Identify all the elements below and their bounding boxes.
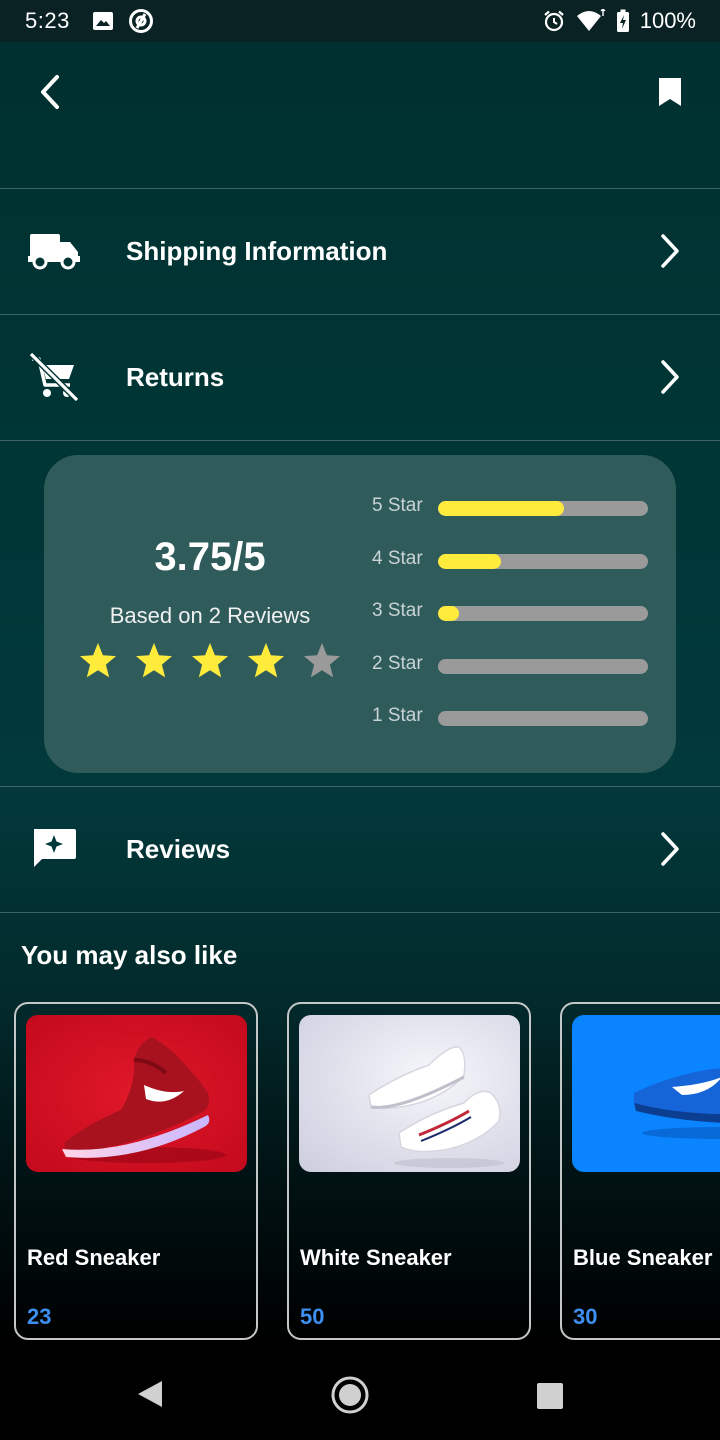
product-card-white-sneaker[interactable]: White Sneaker 50 xyxy=(287,1002,531,1340)
reviews-row[interactable]: Reviews xyxy=(0,787,720,911)
star-filled-icon xyxy=(80,643,116,678)
rating-bar-row: 5 Star xyxy=(372,495,652,548)
rating-bar-track xyxy=(438,606,648,621)
rating-bar-track xyxy=(438,658,648,674)
star-empty-icon xyxy=(304,643,340,678)
rating-bar-label: 2 Star xyxy=(372,652,423,674)
recommendations-title: You may also like xyxy=(21,940,238,970)
product-name: Red Sneaker xyxy=(27,1245,161,1270)
top-app-bar xyxy=(0,42,720,142)
wifi-icon xyxy=(576,9,606,31)
product-details-screen: 5:23 100% Shipping Information Returns 3… xyxy=(0,0,720,1440)
rating-bar-label: 1 Star xyxy=(372,705,423,726)
system-navigation-bar xyxy=(0,1350,720,1440)
rating-bar-label: 4 Star xyxy=(372,547,423,569)
rating-summary-card: 3.75/5 Based on 2 Reviews 5 Star 4 Star 3 … xyxy=(44,455,676,773)
shipping-information-label: Shipping Information xyxy=(126,235,388,266)
status-bar: 5:23 100% xyxy=(0,0,720,42)
white-sneaker-image xyxy=(299,1015,520,1172)
rating-bar-fill xyxy=(438,553,501,569)
rating-bar-fill xyxy=(438,501,564,516)
product-card-red-sneaker[interactable]: Red Sneaker 23 xyxy=(14,1002,258,1340)
product-price: 23 xyxy=(27,1304,52,1329)
at-icon xyxy=(128,9,153,33)
average-rating: 3.75/5 xyxy=(154,535,266,579)
status-time: 5:23 xyxy=(25,8,70,33)
shipping-information-row[interactable]: Shipping Information xyxy=(0,189,720,313)
product-price: 30 xyxy=(573,1304,598,1329)
chevron-left-icon xyxy=(41,75,59,109)
rating-bar-row: 4 Star xyxy=(372,548,652,601)
rating-bar-track xyxy=(438,501,648,516)
star-filled-icon xyxy=(248,643,284,678)
nav-home-icon[interactable] xyxy=(330,1375,370,1415)
star-filled-icon xyxy=(192,643,228,678)
star-rating xyxy=(78,641,342,681)
red-sneaker-image xyxy=(26,1015,247,1172)
chevron-right-icon xyxy=(648,827,692,871)
remove-cart-icon xyxy=(26,349,82,405)
rating-bar-row: 2 Star xyxy=(372,653,652,706)
rating-bar-track xyxy=(438,553,648,569)
blue-sneaker-image xyxy=(572,1015,720,1172)
product-price: 50 xyxy=(300,1304,325,1329)
image-icon xyxy=(92,12,113,30)
back-button[interactable] xyxy=(26,68,74,116)
review-icon xyxy=(26,821,82,877)
rating-bar-row: 1 Star xyxy=(372,705,652,758)
rating-bar-track xyxy=(438,711,648,726)
rating-breakdown: 5 Star 4 Star 3 Star 2 Star 1 Star xyxy=(372,495,652,758)
product-name: Blue Sneaker xyxy=(573,1245,713,1270)
divider xyxy=(0,912,720,913)
rating-bar-label: 3 Star xyxy=(372,600,423,621)
nav-back-icon[interactable] xyxy=(134,1378,166,1410)
review-count: Based on 2 Reviews xyxy=(109,603,311,628)
rating-bar-label: 5 Star xyxy=(372,495,423,516)
bookmark-icon xyxy=(659,78,681,106)
star-filled-icon xyxy=(136,643,172,678)
rating-bar-fill xyxy=(438,606,459,621)
nav-recents-icon[interactable] xyxy=(536,1382,564,1410)
truck-icon xyxy=(26,223,82,279)
battery-charging-icon xyxy=(616,9,629,32)
returns-label: Returns xyxy=(126,361,225,392)
product-name: White Sneaker xyxy=(300,1245,452,1270)
product-card-blue-sneaker[interactable]: Blue Sneaker 30 xyxy=(560,1002,720,1340)
rating-bar-row: 3 Star xyxy=(372,600,652,653)
alarm-icon xyxy=(543,10,564,32)
chevron-right-icon xyxy=(648,355,692,399)
recommended-products-list[interactable]: Red Sneaker 23 White Sneaker 50 Blue Sne… xyxy=(14,1002,720,1340)
reviews-label: Reviews xyxy=(126,833,231,864)
battery-percentage: 100% xyxy=(639,8,696,33)
chevron-right-icon xyxy=(648,229,692,273)
returns-row[interactable]: Returns xyxy=(0,315,720,439)
bookmark-button[interactable] xyxy=(646,68,694,116)
divider xyxy=(0,440,720,441)
